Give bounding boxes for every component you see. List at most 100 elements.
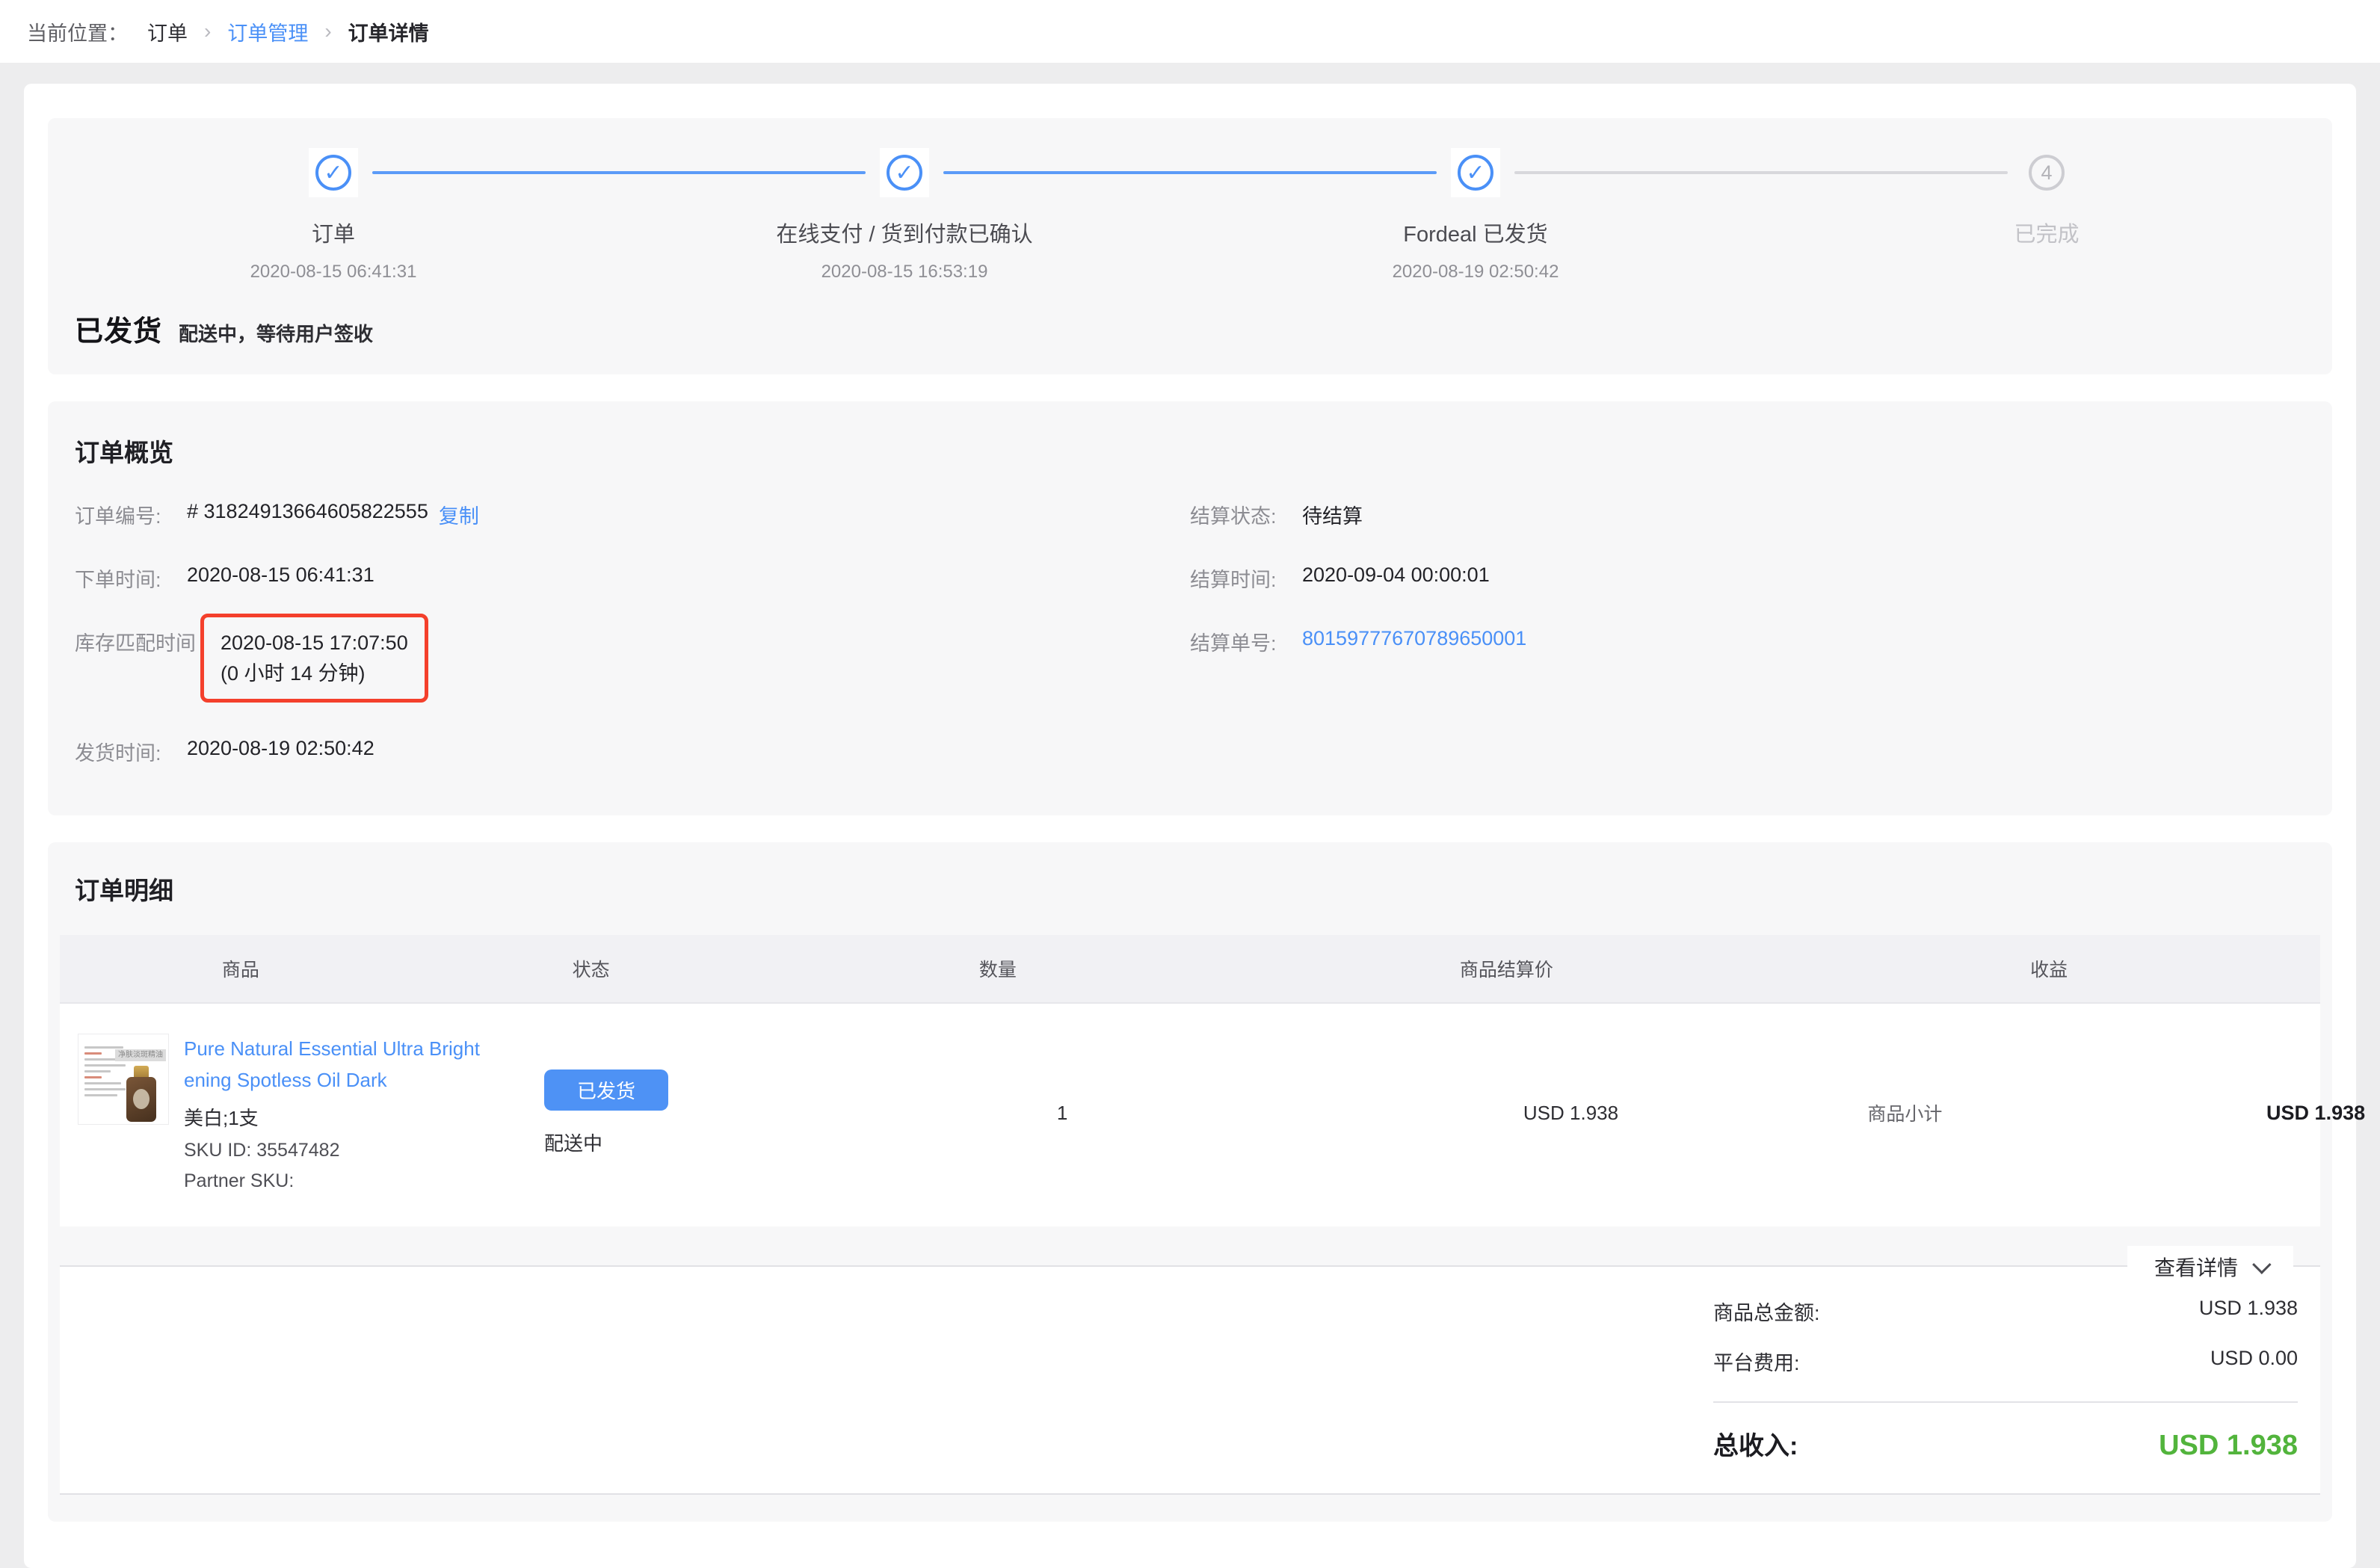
status-cell: 已发货 配送中 — [486, 1069, 825, 1156]
step-shipped: ✓ Fordeal 已发货 2020-08-19 02:50:42 — [1190, 148, 1761, 283]
stock-match-duration: (0 小时 14 分钟) — [221, 658, 408, 689]
step-title: 已完成 — [2014, 217, 2079, 248]
platform-fee-label: 平台费用: — [1713, 1347, 1800, 1376]
column-header-status: 状态 — [422, 955, 761, 982]
step-connector-done — [372, 171, 866, 174]
total-goods-amount-value: USD 1.938 — [2199, 1297, 2298, 1326]
view-detail-label: 查看详情 — [2154, 1252, 2238, 1282]
total-income-label: 总收入: — [1713, 1425, 1798, 1462]
settle-time-value: 2020-09-04 00:00:01 — [1302, 564, 1490, 587]
progress-steps: ✓ 订单 2020-08-15 06:41:31 ✓ 在线支付 / 货到付款已确… — [48, 148, 2332, 283]
breadcrumb: 当前位置： 订单 › 订单管理 › 订单详情 — [27, 17, 429, 46]
field-label: 结算单号: — [1190, 627, 1295, 656]
overview-section-title: 订单概览 — [75, 433, 2305, 469]
step-date: 2020-08-15 16:53:19 — [821, 262, 988, 283]
ship-time-value: 2020-08-19 02:50:42 — [187, 737, 374, 760]
step-title: Fordeal 已发货 — [1403, 217, 1547, 248]
bottle-image — [126, 1066, 156, 1122]
column-header-product: 商品 — [60, 955, 422, 982]
order-overview-panel: 订单概览 订单编号: # 31824913664605822555 复制 下单时… — [48, 401, 2332, 815]
platform-fee-row: 平台费用: USD 0.00 — [1713, 1347, 2298, 1376]
overview-right-column: 结算状态: 待结算 结算时间: 2020-09-04 00:00:01 结算单号… — [1190, 500, 2305, 800]
delivery-status-text: 配送中 — [544, 1129, 825, 1156]
settle-time-row: 结算时间: 2020-09-04 00:00:01 — [1190, 564, 2305, 593]
field-label: 发货时间: — [75, 737, 179, 766]
chevron-right-icon: › — [324, 19, 331, 43]
total-goods-amount-row: 商品总金额: USD 1.938 — [1713, 1297, 2298, 1326]
breadcrumb-item-order-detail: 订单详情 — [348, 17, 429, 46]
copy-order-number-button[interactable]: 复制 — [439, 500, 479, 529]
order-number-row: 订单编号: # 31824913664605822555 复制 — [75, 500, 1190, 529]
step-order-created: ✓ 订单 2020-08-15 06:41:31 — [48, 148, 619, 283]
column-header-income: 收益 — [1778, 955, 2320, 982]
breadcrumb-prefix: 当前位置： — [27, 17, 128, 46]
order-status-subtitle: 配送中，等待用户签收 — [179, 319, 373, 347]
order-status-title: 已发货 — [75, 308, 162, 349]
settle-status-row: 结算状态: 待结算 — [1190, 500, 2305, 529]
stock-match-time-row: 库存匹配时间 2020-08-15 17:07:50 (0 小时 14 分钟) — [75, 627, 1190, 703]
platform-fee-value: USD 0.00 — [2210, 1347, 2298, 1376]
overview-left-column: 订单编号: # 31824913664605822555 复制 下单时间: 20… — [75, 500, 1190, 800]
order-progress-panel: ✓ 订单 2020-08-15 06:41:31 ✓ 在线支付 / 货到付款已确… — [48, 118, 2332, 374]
column-header-settlement-price: 商品结算价 — [1235, 955, 1778, 982]
check-icon: ✓ — [1451, 148, 1500, 197]
chevron-right-icon: › — [204, 19, 211, 43]
order-detail-card: ✓ 订单 2020-08-15 06:41:31 ✓ 在线支付 / 货到付款已确… — [24, 84, 2356, 1568]
step-number-circle: 4 — [2022, 148, 2071, 197]
order-number-value: # 31824913664605822555 — [187, 500, 428, 523]
table-row: 净肤淡斑精油 Pure Natural Essential Ultra Brig… — [60, 1004, 2320, 1226]
total-goods-amount-label: 商品总金额: — [1713, 1297, 1820, 1326]
income-cell: 商品小计 USD 1.938 — [1842, 1099, 2380, 1126]
product-spec: 美白;1支 — [184, 1103, 486, 1131]
total-income-value: USD 1.938 — [2159, 1430, 2298, 1462]
subtotal-value: USD 1.938 — [2266, 1102, 2365, 1125]
shipped-status-badge: 已发货 — [544, 1069, 668, 1111]
settle-status-value: 待结算 — [1302, 500, 1363, 529]
breadcrumb-item-order-management[interactable]: 订单管理 — [227, 17, 308, 46]
step-connector-done — [943, 171, 1437, 174]
settle-number-link[interactable]: 80159777670789650001 — [1302, 627, 1526, 650]
product-image[interactable]: 净肤淡斑精油 — [78, 1034, 169, 1125]
view-detail-button[interactable]: 查看详情 — [2127, 1246, 2293, 1288]
order-details-panel: 订单明细 商品 状态 数量 商品结算价 收益 净肤淡斑精油 — [48, 842, 2332, 1522]
step-title: 订单 — [312, 217, 355, 248]
field-label: 订单编号: — [75, 500, 179, 529]
order-items-table: 商品 状态 数量 商品结算价 收益 净肤淡斑精油 — [60, 935, 2320, 1226]
step-date: 2020-08-19 02:50:42 — [1393, 262, 1559, 283]
field-label: 库存匹配时间 — [75, 627, 196, 656]
chevron-down-icon — [2252, 1256, 2271, 1274]
product-image-label-chip: 净肤淡斑精油 — [115, 1049, 166, 1061]
step-completed: 4 已完成 — [1761, 148, 2332, 283]
column-header-quantity: 数量 — [760, 955, 1235, 982]
settle-number-row: 结算单号: 80159777670789650001 — [1190, 627, 2305, 656]
totals-divider — [1713, 1401, 2298, 1403]
stock-match-time-value: 2020-08-15 17:07:50 — [221, 628, 408, 658]
table-header-row: 商品 状态 数量 商品结算价 收益 — [60, 935, 2320, 1004]
breadcrumb-bar: 当前位置： 订单 › 订单管理 › 订单详情 — [0, 0, 2380, 63]
order-status-line: 已发货 配送中，等待用户签收 — [75, 308, 2332, 349]
field-label: 结算状态: — [1190, 500, 1295, 529]
order-time-value: 2020-08-15 06:41:31 — [187, 564, 374, 587]
product-sku: SKU ID: 35547482 — [184, 1140, 486, 1161]
settlement-price-cell: USD 1.938 — [1300, 1102, 1843, 1125]
breadcrumb-item-orders[interactable]: 订单 — [147, 17, 188, 46]
product-partner-sku: Partner SKU: — [184, 1170, 486, 1192]
product-cell: 净肤淡斑精油 Pure Natural Essential Ultra Brig… — [60, 1034, 486, 1192]
details-section-title: 订单明细 — [75, 871, 2320, 907]
step-connector-pending — [1514, 171, 2008, 174]
stock-match-time-highlight-box: 2020-08-15 17:07:50 (0 小时 14 分钟) — [200, 614, 428, 703]
field-label: 结算时间: — [1190, 564, 1295, 593]
field-label: 下单时间: — [75, 564, 179, 593]
check-icon: ✓ — [880, 148, 929, 197]
product-info: Pure Natural Essential Ultra Brightening… — [184, 1034, 486, 1192]
check-icon: ✓ — [309, 148, 358, 197]
step-payment-confirmed: ✓ 在线支付 / 货到付款已确认 2020-08-15 16:53:19 — [619, 148, 1190, 283]
totals-section: 查看详情 商品总金额: USD 1.938 平台费用: USD 0.00 总收入… — [60, 1265, 2320, 1495]
order-time-row: 下单时间: 2020-08-15 06:41:31 — [75, 564, 1190, 593]
subtotal-label: 商品小计 — [1867, 1099, 1942, 1126]
step-date: 2020-08-15 06:41:31 — [250, 262, 417, 283]
ship-time-row: 发货时间: 2020-08-19 02:50:42 — [75, 737, 1190, 766]
quantity-cell: 1 — [825, 1102, 1300, 1125]
product-title-link[interactable]: Pure Natural Essential Ultra Brightening… — [184, 1034, 486, 1096]
total-income-row: 总收入: USD 1.938 — [1713, 1425, 2298, 1462]
